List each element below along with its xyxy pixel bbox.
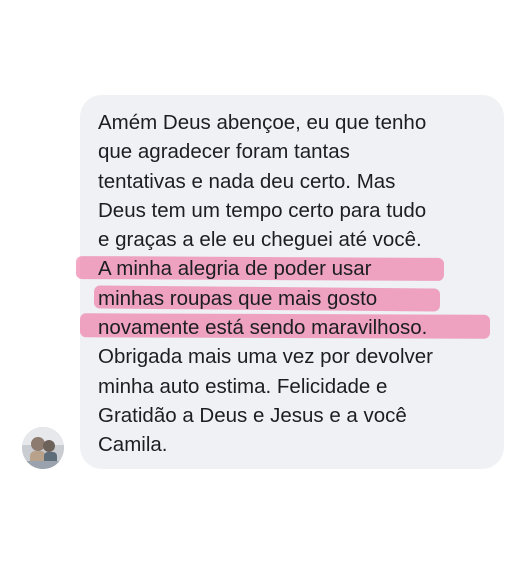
message-line: Camila. [98, 433, 168, 457]
message-line: e graças a ele eu cheguei até você. [98, 228, 422, 252]
message-line: Obrigada mais uma vez por devolver [98, 345, 433, 369]
avatar-photo-icon [22, 427, 64, 469]
message-line: Gratidão a Deus e Jesus e a você [98, 403, 407, 427]
message-line: minha auto estima. Felicidade e [98, 374, 388, 398]
message-line: Deus tem um tempo certo para tudo [98, 198, 427, 222]
message-line: que agradecer foram tantas [98, 140, 350, 164]
sender-avatar[interactable] [22, 427, 64, 469]
message-text: Amém Deus abençoe, eu que tenho que agra… [98, 108, 498, 460]
message-line: tentativas e nada deu certo. Mas [98, 169, 396, 193]
message-line: Amém Deus abençoe, eu que tenho [98, 111, 427, 134]
